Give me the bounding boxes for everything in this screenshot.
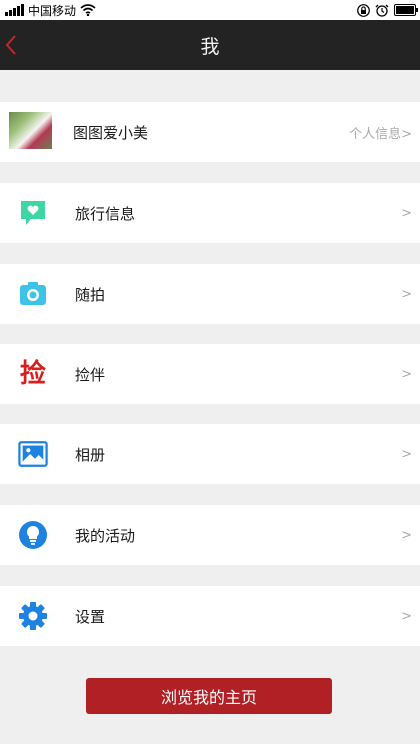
browse-my-homepage-button[interactable]: 浏览我的主页 bbox=[86, 678, 332, 714]
chevron-right-icon: > bbox=[401, 446, 412, 462]
status-left: 中国移动 bbox=[0, 2, 96, 19]
menu-item-label: 相册 bbox=[75, 445, 106, 464]
menu-item-label: 旅行信息 bbox=[75, 204, 136, 223]
pick-glyph-icon: 捡 bbox=[19, 359, 46, 389]
status-right bbox=[357, 3, 420, 17]
heart-chat-icon bbox=[18, 198, 48, 228]
album-icon bbox=[18, 439, 48, 469]
carrier-label: 中国移动 bbox=[28, 3, 77, 18]
menu-item-label: 我的活动 bbox=[75, 526, 136, 545]
page-title: 我 bbox=[200, 35, 220, 58]
menu-item-label: 设置 bbox=[75, 607, 106, 626]
avatar bbox=[9, 112, 52, 149]
lock-icon bbox=[357, 3, 370, 17]
menu-item-label: 随拍 bbox=[75, 285, 106, 304]
chevron-right-icon: > bbox=[401, 527, 412, 543]
menu-item-settings[interactable]: 设置 > bbox=[0, 586, 420, 646]
camera-icon bbox=[18, 279, 48, 309]
status-bar: 中国移动 bbox=[0, 0, 420, 20]
profile-row[interactable]: 图图爱小美 个人信息> bbox=[0, 102, 420, 162]
lightbulb-icon bbox=[18, 520, 48, 550]
menu-item-travel-info[interactable]: 旅行信息 > bbox=[0, 183, 420, 243]
battery-icon bbox=[394, 4, 418, 16]
chevron-right-icon: > bbox=[401, 366, 412, 382]
wifi-icon bbox=[80, 4, 96, 16]
menu-item-album[interactable]: 相册 > bbox=[0, 424, 420, 484]
back-button[interactable] bbox=[3, 33, 21, 57]
menu-item-my-activities[interactable]: 我的活动 > bbox=[0, 505, 420, 565]
nav-bar: 我 bbox=[0, 20, 420, 70]
chevron-right-icon: > bbox=[401, 205, 412, 221]
chevron-right-icon: > bbox=[401, 608, 412, 624]
personal-info-link[interactable]: 个人信息> bbox=[349, 123, 412, 142]
menu-item-label: 捡伴 bbox=[75, 365, 106, 384]
menu-item-pick-partner[interactable]: 捡 捡伴 > bbox=[0, 344, 420, 404]
alarm-icon bbox=[375, 4, 389, 17]
chevron-right-icon: > bbox=[401, 286, 412, 302]
gear-icon bbox=[18, 601, 48, 631]
profile-name: 图图爱小美 bbox=[73, 123, 149, 142]
menu-item-snapshot[interactable]: 随拍 > bbox=[0, 264, 420, 324]
signal-icon bbox=[5, 4, 24, 16]
